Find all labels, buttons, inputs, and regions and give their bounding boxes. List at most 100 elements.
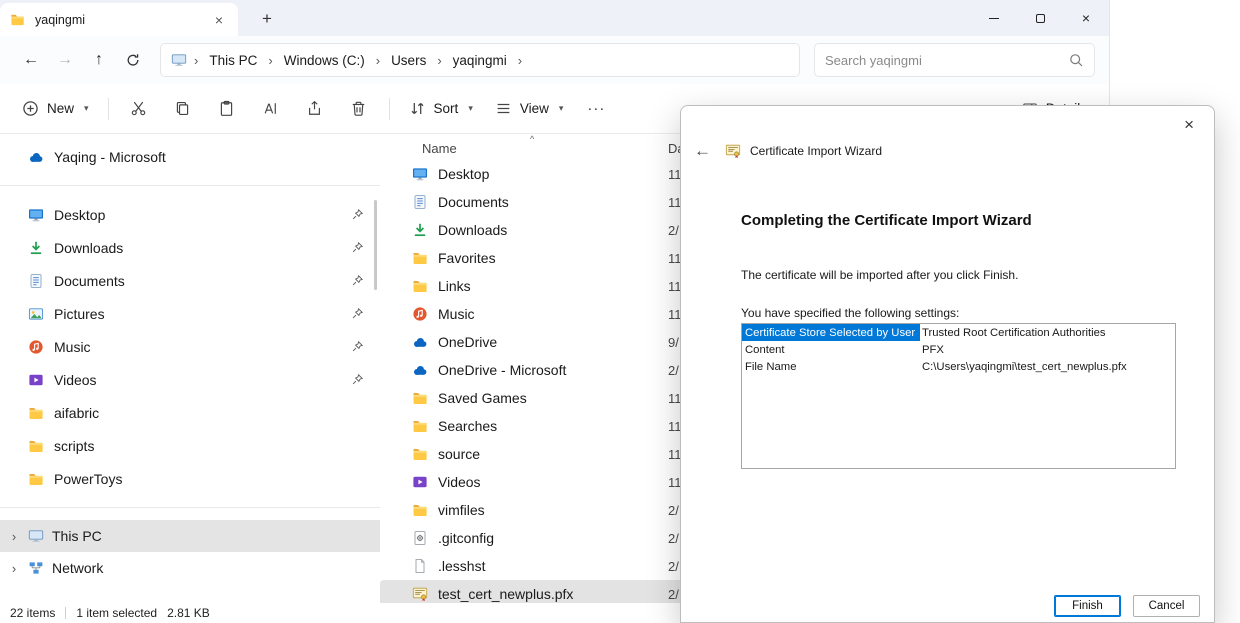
certificate-icon xyxy=(412,586,428,602)
wizard-heading: Completing the Certificate Import Wizard xyxy=(741,212,1032,229)
breadcrumb-item-this-pc[interactable]: This PC xyxy=(205,50,261,71)
network-icon xyxy=(28,560,44,576)
folder-icon xyxy=(412,278,428,294)
dialog-back-icon[interactable]: ← xyxy=(694,141,711,161)
refresh-icon xyxy=(125,52,141,68)
file-name: OneDrive - Microsoft xyxy=(438,362,668,378)
sidebar-separator xyxy=(0,507,380,508)
file-name: Saved Games xyxy=(438,390,668,406)
rename-icon xyxy=(262,100,279,117)
sidebar-item-aifabric[interactable]: aifabric xyxy=(0,396,380,429)
tab-close-icon[interactable]: × xyxy=(210,12,228,28)
column-header-name[interactable]: Name xyxy=(380,141,668,156)
paste-button[interactable] xyxy=(206,92,248,126)
breadcrumb-chevron-icon: › xyxy=(369,53,387,68)
this-pc-icon xyxy=(171,52,187,68)
sidebar-item-network[interactable]: ›Network xyxy=(0,552,380,584)
view-button[interactable]: View ▾ xyxy=(485,93,574,124)
delete-button[interactable] xyxy=(338,92,380,126)
folder-icon xyxy=(28,471,44,487)
folder-icon xyxy=(28,405,44,421)
chevron-right-icon[interactable]: › xyxy=(8,529,20,544)
sort-button-label: Sort xyxy=(434,101,459,116)
file-date-modified: 2/ xyxy=(668,363,679,378)
navigation-pane: Yaqing - Microsoft Desktop Downloads Docum… xyxy=(0,134,380,603)
downloads-icon xyxy=(412,222,428,238)
up-button[interactable]: ↑ xyxy=(82,43,116,77)
file-name: Downloads xyxy=(438,222,668,238)
sidebar-item-downloads[interactable]: Downloads xyxy=(0,231,380,264)
settings-list[interactable]: Certificate Store Selected by UserTruste… xyxy=(741,323,1176,469)
finish-button[interactable]: Finish xyxy=(1054,595,1121,617)
sidebar-item-label: This PC xyxy=(52,528,102,544)
sidebar-item-music[interactable]: Music xyxy=(0,330,380,363)
back-button[interactable]: ← xyxy=(14,43,48,77)
settings-row[interactable]: Certificate Store Selected by UserTruste… xyxy=(742,324,1175,341)
more-options-button[interactable]: ··· xyxy=(575,92,617,126)
tab-bar: yaqingmi × + × xyxy=(0,0,1109,36)
close-button[interactable]: × xyxy=(1063,0,1109,36)
breadcrumb-item-windows-c[interactable]: Windows (C:) xyxy=(280,50,369,71)
file-name: source xyxy=(438,446,668,462)
new-button[interactable]: New ▾ xyxy=(12,93,99,124)
breadcrumb: ›This PC›Windows (C:)›Users›yaqingmi› xyxy=(187,50,529,71)
forward-button[interactable]: → xyxy=(48,43,82,77)
dialog-close-button[interactable]: × xyxy=(1177,113,1201,137)
maximize-button[interactable] xyxy=(1017,0,1063,36)
sidebar-item-this-pc[interactable]: › This PC xyxy=(0,520,380,552)
sidebar-item-scripts[interactable]: scripts xyxy=(0,429,380,462)
cut-button[interactable] xyxy=(118,92,160,126)
sort-button[interactable]: Sort ▾ xyxy=(399,93,483,124)
pin-icon xyxy=(351,208,364,221)
settings-row[interactable]: ContentPFX xyxy=(742,341,1175,358)
search-box[interactable] xyxy=(814,43,1095,77)
breadcrumb-chevron-icon: › xyxy=(511,53,529,68)
sidebar-item-label: Desktop xyxy=(54,207,105,223)
dialog-title: Certificate Import Wizard xyxy=(750,144,882,158)
downloads-icon xyxy=(28,240,44,256)
refresh-button[interactable] xyxy=(116,43,150,77)
search-input[interactable] xyxy=(825,53,1068,68)
file-name: test_cert_newplus.pfx xyxy=(438,586,668,602)
sidebar-item-powertoys[interactable]: PowerToys xyxy=(0,462,380,495)
chevron-down-icon: ▾ xyxy=(559,103,564,114)
sidebar-item-onedrive-yaqing-microsoft[interactable]: Yaqing - Microsoft xyxy=(0,140,380,173)
file-name: Favorites xyxy=(438,250,668,266)
chevron-down-icon: ▾ xyxy=(84,103,89,114)
share-button[interactable] xyxy=(294,92,336,126)
rename-button[interactable] xyxy=(250,92,292,126)
chevron-right-icon[interactable]: › xyxy=(8,561,20,576)
file-name: Music xyxy=(438,306,668,322)
status-divider xyxy=(65,607,66,619)
folder-icon xyxy=(28,438,44,454)
wizard-settings-label: You have specified the following setting… xyxy=(741,306,959,320)
copy-icon xyxy=(174,100,191,117)
cancel-button[interactable]: Cancel xyxy=(1133,595,1200,617)
settings-row[interactable]: File NameC:\Users\yaqingmi\test_cert_new… xyxy=(742,358,1175,375)
videos-icon xyxy=(28,372,44,388)
sidebar-item-desktop[interactable]: Desktop xyxy=(0,198,380,231)
music-icon xyxy=(412,306,428,322)
paste-icon xyxy=(218,100,235,117)
copy-button[interactable] xyxy=(162,92,204,126)
address-bar[interactable]: ›This PC›Windows (C:)›Users›yaqingmi› xyxy=(160,43,800,77)
minimize-button[interactable] xyxy=(971,0,1017,36)
file-icon xyxy=(412,558,428,574)
sidebar-item-videos[interactable]: Videos xyxy=(0,363,380,396)
settings-key: Certificate Store Selected by User xyxy=(742,324,920,341)
sidebar-scrollbar[interactable] xyxy=(374,200,377,290)
sidebar-item-documents[interactable]: Documents xyxy=(0,264,380,297)
new-tab-button[interactable]: + xyxy=(254,6,280,32)
new-button-label: New xyxy=(47,101,74,116)
file-date-modified: 2/ xyxy=(668,531,679,546)
item-count: 22 items xyxy=(10,606,55,620)
sidebar-item-pictures[interactable]: Pictures xyxy=(0,297,380,330)
selection-count: 1 item selected xyxy=(76,606,157,620)
breadcrumb-item-users[interactable]: Users xyxy=(387,50,430,71)
toolbar-divider xyxy=(389,98,390,120)
navigation-bar: ← → ↑ ›This PC›Windows (C:)›Users›yaqing… xyxy=(0,36,1109,84)
sidebar-item-label: Documents xyxy=(54,273,125,289)
tab-yaqingmi[interactable]: yaqingmi × xyxy=(0,3,238,36)
onedrive-icon xyxy=(412,362,428,378)
breadcrumb-item-yaqingmi[interactable]: yaqingmi xyxy=(449,50,511,71)
